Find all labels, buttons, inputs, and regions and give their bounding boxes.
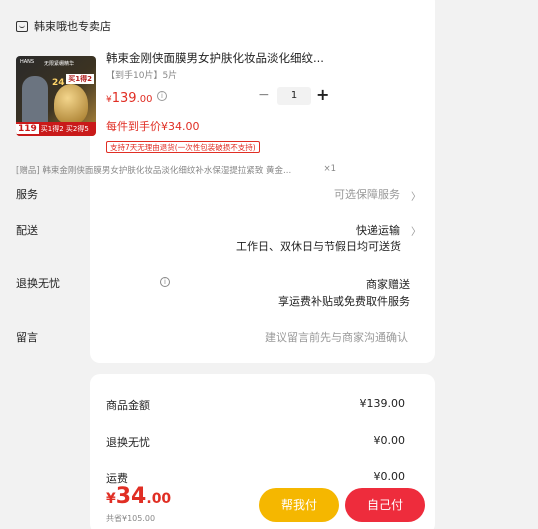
- product-sku[interactable]: 【到手10片】5片: [106, 68, 177, 81]
- total-currency: ¥: [106, 491, 116, 507]
- total-price: ¥34.00: [106, 484, 171, 509]
- price-dec: .00: [136, 94, 153, 105]
- shop-name: 韩束哦也专卖店: [34, 20, 111, 33]
- saved-amount: 共省¥105.00: [106, 514, 156, 523]
- service-value[interactable]: 可选保障服务: [334, 186, 400, 202]
- product-title[interactable]: 韩束金刚侠面膜男女护肤化妆品淡化细纹...: [106, 50, 328, 66]
- return-value: 商家赠送: [366, 278, 410, 291]
- refund-policy-badge: 支持7天无理由退货(一次性包装破损不支持): [106, 141, 260, 153]
- price-int: 139: [111, 91, 137, 106]
- delivery-label: 配送: [16, 224, 38, 237]
- thumb-promo-text: 买1得2 买2得5: [40, 125, 89, 133]
- total-dec: .00: [146, 491, 172, 507]
- quantity-increase-button[interactable]: +: [316, 85, 329, 104]
- return-note: 享运费补贴或免费取件服务: [278, 295, 410, 308]
- mask-image: [54, 84, 88, 124]
- product-price: ¥139.00: [106, 91, 152, 106]
- thumb-promo-top: 买1得2: [66, 74, 94, 84]
- product-thumbnail[interactable]: HANS 无限紧绷精华 24 买1得2 119 买1得2 买2得5: [16, 56, 96, 136]
- return-insurance-label: 退换无忧: [106, 436, 150, 449]
- shipping-value: ¥0.00: [373, 470, 406, 483]
- price-info-icon[interactable]: i: [157, 91, 167, 101]
- service-label: 服务: [16, 188, 38, 201]
- model-image: [22, 76, 48, 124]
- delivery-value[interactable]: 快递运输: [356, 222, 400, 238]
- delivery-note: 工作日、双休日与节假日均可送货: [236, 240, 401, 253]
- message-label: 留言: [16, 331, 38, 344]
- thumb-price-badge: 119: [16, 124, 39, 134]
- gift-text: [赠品] 韩束金刚侠面膜男女护肤化妆品淡化细纹补水保湿提拉紧致 黄金...: [16, 166, 292, 176]
- delivery-chevron-icon[interactable]: 〉: [411, 223, 421, 238]
- quantity-decrease-button[interactable]: −: [258, 87, 270, 103]
- return-info-icon[interactable]: i: [160, 277, 170, 287]
- help-pay-button[interactable]: 帮我付: [259, 488, 339, 522]
- thumb-tag: 24: [52, 78, 65, 88]
- return-label: 退换无忧: [16, 277, 60, 290]
- goods-amount-value: ¥139.00: [359, 397, 406, 410]
- thumb-title: 无限紧绷精华: [44, 61, 75, 67]
- total-int: 34: [115, 484, 147, 509]
- return-insurance-value: ¥0.00: [373, 434, 406, 447]
- goods-amount-label: 商品金额: [106, 399, 150, 412]
- shop-icon: [16, 20, 28, 32]
- thumb-brand: HANS: [20, 59, 35, 65]
- gift-item: [赠品] 韩束金刚侠面膜男女护肤化妆品淡化细纹补水保湿提拉紧致 黄金... ×1: [16, 164, 336, 176]
- self-pay-button[interactable]: 自己付: [345, 488, 425, 522]
- quantity-input[interactable]: 1: [277, 87, 311, 105]
- service-chevron-icon[interactable]: 〉: [411, 188, 421, 203]
- message-input[interactable]: 建议留言前先与商家沟通确认: [265, 329, 408, 345]
- thumb-promo-bottom: 119 买1得2 买2得5: [16, 122, 96, 136]
- each-price-text: 每件到手价¥34.00: [106, 120, 200, 133]
- shop-header[interactable]: 韩束哦也专卖店: [16, 18, 111, 34]
- gift-quantity: ×1: [323, 164, 336, 174]
